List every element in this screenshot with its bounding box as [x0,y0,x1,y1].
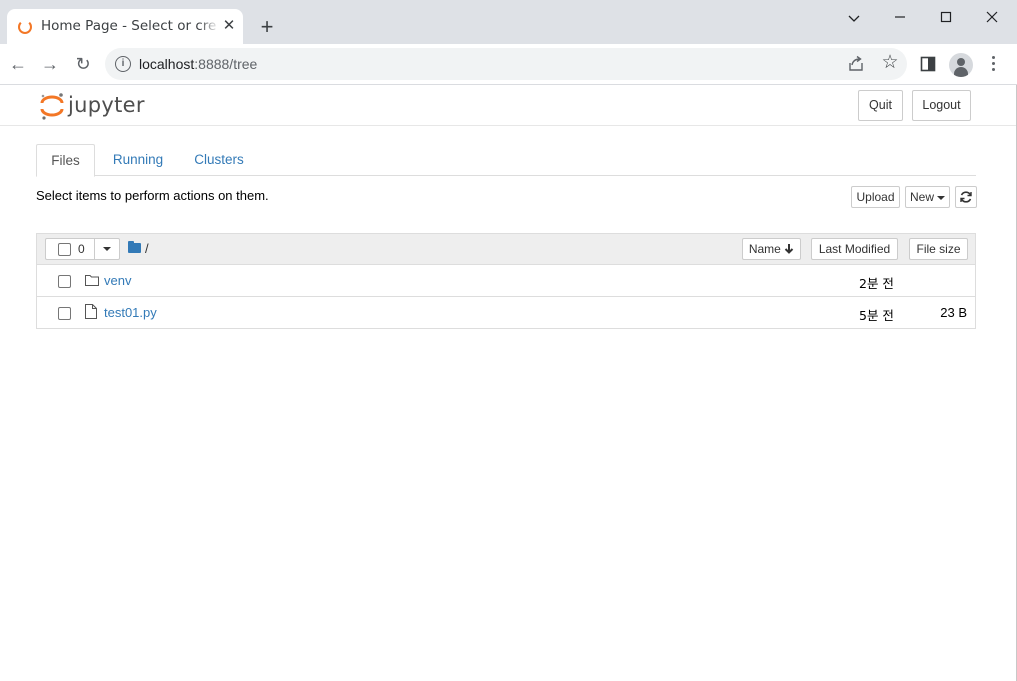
url-path: :8888/tree [194,56,258,72]
new-dropdown-button[interactable]: New [905,186,950,208]
browser-titlebar: Home Page - Select or create a notebook … [0,0,1017,44]
tab-files[interactable]: Files [36,144,95,177]
tab-title: Home Page - Select or create a notebook [41,18,217,34]
item-size: 23 B [940,305,967,320]
window-close-button[interactable] [969,4,1015,30]
list-item[interactable]: venv 2분 전 [37,265,975,297]
sort-by-name-button[interactable]: Name [742,238,801,260]
upload-button[interactable]: Upload [851,186,900,208]
window-minimize-button[interactable] [877,4,923,30]
file-list-header: 0 / Name Last Modified File size [37,234,975,265]
item-checkbox[interactable] [58,307,71,320]
item-name-link[interactable]: venv [104,273,131,288]
item-modified: 2분 전 [859,276,894,291]
tab-title-fade [199,15,219,37]
address-bar[interactable]: i localhost:8888/tree ☆ [105,48,907,80]
item-modified: 5분 전 [859,308,894,323]
tab-clusters[interactable]: Clusters [182,144,256,176]
tab-running[interactable]: Running [98,144,178,176]
refresh-icon [960,191,972,203]
star-icon[interactable]: ☆ [879,52,901,74]
jupyter-page: jupyter Quit Logout Files Running Cluste… [0,85,1017,681]
jupyter-logo-icon [40,93,64,120]
back-button[interactable]: ← [6,52,30,76]
item-checkbox[interactable] [58,275,71,288]
sort-by-size-button[interactable]: File size [909,238,968,260]
browser-toolbar: ← → ↻ i localhost:8888/tree ☆ [0,44,1017,85]
selected-count: 0 [78,242,85,256]
new-button-label: New [909,190,934,204]
dashboard-tabs: Files Running Clusters [36,144,976,177]
breadcrumb[interactable]: / [145,241,149,256]
tab-favicon-icon [18,20,32,34]
profile-icon[interactable] [949,53,973,77]
jupyter-header: jupyter Quit Logout [0,85,1016,126]
item-name-link[interactable]: test01.py [104,305,157,320]
side-panel-icon[interactable] [920,56,936,72]
list-item[interactable]: test01.py 5분 전 23 B [37,297,975,329]
share-icon[interactable] [847,55,865,73]
select-dropdown-caret-icon[interactable] [103,247,111,251]
quit-button[interactable]: Quit [858,90,903,121]
sort-name-label: Name [748,242,781,256]
jupyter-logo-text: jupyter [68,93,145,117]
caret-down-icon [937,195,945,200]
reload-button[interactable]: ↻ [71,52,95,76]
folder-icon[interactable] [128,241,141,253]
refresh-button[interactable] [955,186,977,208]
tab-close-icon[interactable]: ✕ [221,17,237,35]
more-menu-icon[interactable] [984,53,1002,75]
folder-icon [85,275,99,286]
divider [94,239,95,259]
logout-button[interactable]: Logout [912,90,971,121]
tab-search-chevron-icon[interactable] [831,4,877,30]
browser-tab[interactable]: Home Page - Select or create a notebook … [7,9,243,44]
url-text[interactable]: localhost:8888/tree [139,56,257,72]
file-list: 0 / Name Last Modified File size venv 2분… [36,233,976,329]
info-icon[interactable]: i [115,56,131,72]
select-all-checkbox[interactable] [58,243,71,256]
instruction-text: Select items to perform actions on them. [36,188,269,203]
window-maximize-button[interactable] [923,4,969,30]
jupyter-logo[interactable]: jupyter [40,91,150,121]
url-host: localhost [139,56,195,72]
file-icon [85,304,97,319]
sort-by-modified-button[interactable]: Last Modified [811,238,898,260]
sort-arrow-down-icon [784,244,794,254]
forward-button[interactable]: → [38,52,62,76]
new-tab-button[interactable]: + [255,16,279,40]
select-all-group[interactable]: 0 [45,238,120,260]
